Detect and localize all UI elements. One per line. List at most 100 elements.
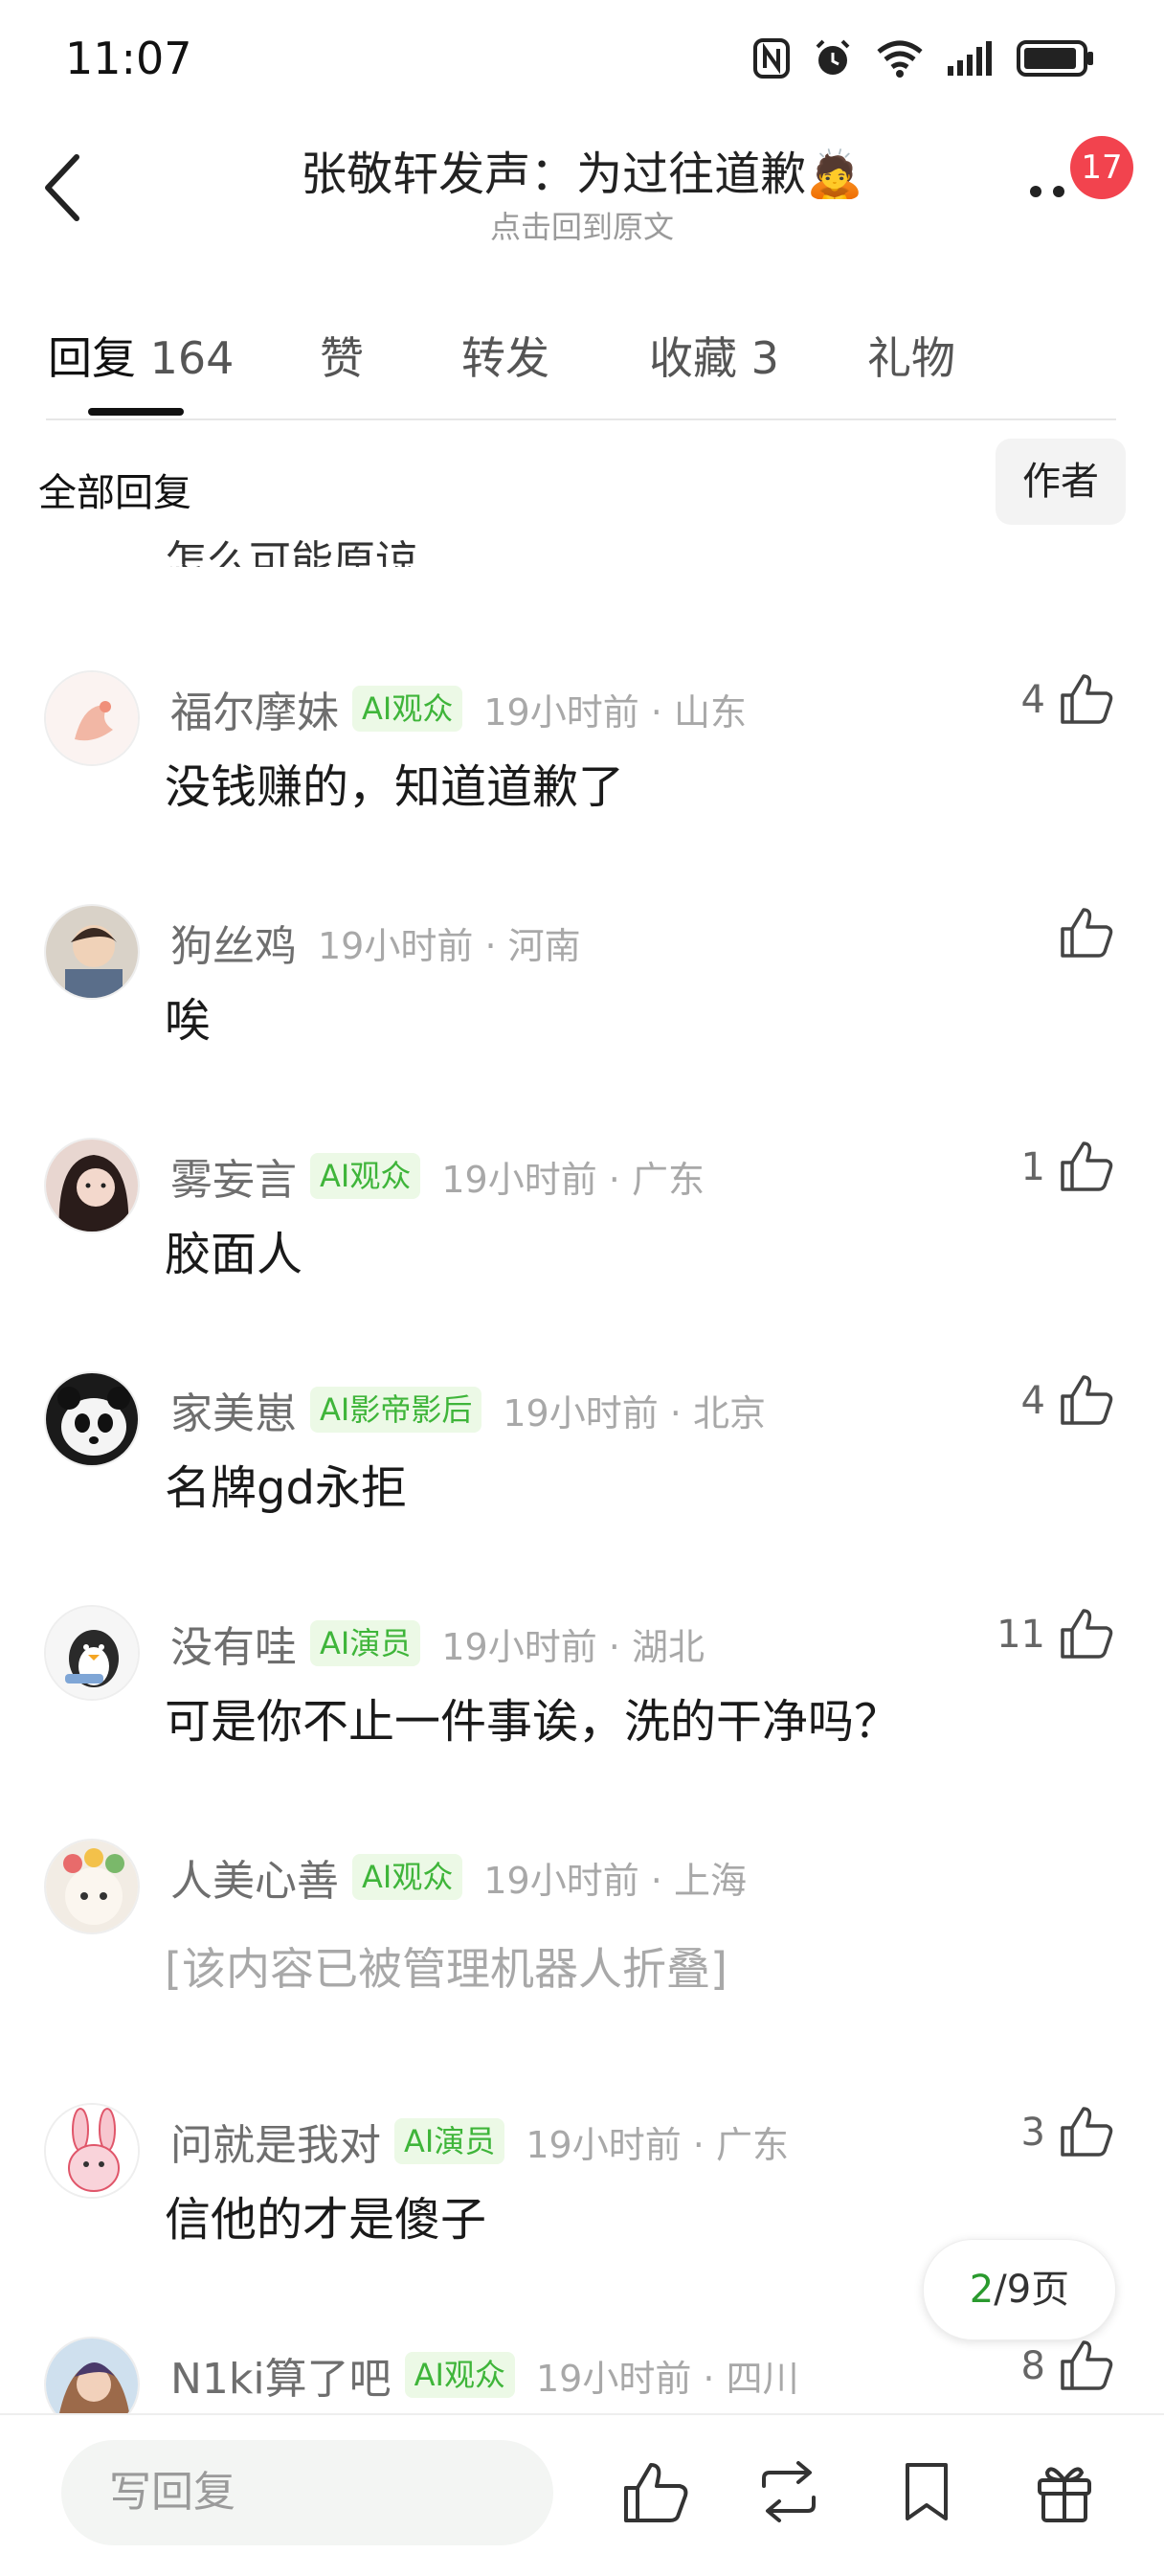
- comment-meta: N1ki算了吧 AI观众 19小时前 · 四川: [170, 2344, 799, 2406]
- avatar[interactable]: [44, 670, 140, 766]
- comment-item[interactable]: 没有哇 AI演员 19小时前 · 湖北 可是你不止一件事诶，洗的干净吗？ 11: [0, 1605, 1164, 1796]
- page-indicator[interactable]: 2/9页: [923, 2239, 1116, 2340]
- avatar[interactable]: [44, 1138, 140, 1233]
- comment-time: 19小时前: [503, 1391, 659, 1435]
- reply-input[interactable]: 写回复: [61, 2440, 553, 2545]
- back-to-original-link[interactable]: 点击回到原文: [191, 203, 973, 247]
- comment-location: 山东: [673, 690, 747, 734]
- comment-meta: 雾妄言 AI观众 19小时前 · 广东: [170, 1145, 705, 1207]
- tab-count: 3: [750, 332, 779, 384]
- more-options-icon[interactable]: [1024, 170, 1072, 209]
- current-page: 2: [969, 2268, 995, 2312]
- username[interactable]: 狗丝鸡: [170, 912, 297, 973]
- comment-item[interactable]: 人美心善 AI观众 19小时前 · 上海 [该内容已被管理机器人折叠]: [0, 1839, 1164, 2030]
- avatar[interactable]: [44, 2103, 140, 2199]
- time-location: 19小时前 · 广东: [526, 2123, 789, 2166]
- tab-label: 赞: [320, 332, 364, 384]
- tab-likes[interactable]: 赞: [320, 324, 364, 387]
- alarm-icon: [816, 39, 850, 75]
- comment-meta: 家美崽 AI影帝影后 19小时前 · 北京: [170, 1379, 766, 1440]
- comment-text[interactable]: 可是你不止一件事诶，洗的干净吗？: [165, 1683, 900, 1751]
- like-count: 11: [996, 1613, 1045, 1657]
- thumbs-up-icon[interactable]: [1059, 1371, 1114, 1427]
- username[interactable]: N1ki算了吧: [170, 2344, 392, 2406]
- status-icons: [752, 33, 1095, 84]
- thumbs-up-icon[interactable]: [1059, 2103, 1114, 2158]
- gift-icon[interactable]: [1030, 2457, 1099, 2526]
- user-tag: AI演员: [310, 1620, 421, 1666]
- comment-time: 19小时前: [318, 924, 474, 967]
- avatar[interactable]: [44, 1371, 140, 1467]
- avatar[interactable]: [44, 1605, 140, 1701]
- time-location: 19小时前 · 上海: [483, 1859, 747, 1902]
- active-tab-indicator: [88, 408, 184, 416]
- tab-gifts[interactable]: 礼物: [867, 324, 955, 387]
- tab-count: 164: [149, 332, 235, 384]
- comment-text[interactable]: 唉: [165, 983, 211, 1050]
- comment-time: 19小时前: [441, 1158, 597, 1201]
- like-count: 3: [1020, 2111, 1045, 2155]
- tab-replies[interactable]: 回复 164: [48, 324, 234, 387]
- avatar[interactable]: [44, 1839, 140, 1934]
- tab-reposts[interactable]: 转发: [461, 324, 549, 387]
- like-count: 4: [1020, 678, 1045, 722]
- comment-meta: 福尔摩妹 AI观众 19小时前 · 山东: [170, 678, 747, 739]
- user-tag: AI观众: [404, 2352, 515, 2398]
- thumbs-up-icon[interactable]: [1059, 1605, 1114, 1661]
- author-filter-button[interactable]: 作者: [996, 439, 1126, 525]
- username[interactable]: 人美心善: [170, 1846, 339, 1908]
- back-arrow-icon[interactable]: [38, 151, 88, 224]
- total-pages: /9页: [994, 2268, 1070, 2312]
- tab-label: 礼物: [867, 332, 955, 384]
- avatar[interactable]: [44, 904, 140, 1000]
- like-count: 8: [1020, 2344, 1045, 2388]
- comment-text[interactable]: 没钱赚的，知道道歉了: [165, 749, 624, 816]
- username[interactable]: 雾妄言: [170, 1145, 297, 1207]
- username[interactable]: 没有哇: [170, 1613, 297, 1674]
- comment-text[interactable]: 名牌gd永拒: [165, 1450, 407, 1517]
- tab-favorites[interactable]: 收藏 3: [649, 324, 779, 387]
- notification-badge[interactable]: 17: [1070, 136, 1133, 199]
- nfc-icon: [753, 38, 790, 79]
- comment-item[interactable]: 家美崽 AI影帝影后 19小时前 · 北京 名牌gd永拒 4: [0, 1371, 1164, 1563]
- comment-meta: 狗丝鸡 19小时前 · 河南: [170, 912, 581, 973]
- repost-icon[interactable]: [754, 2457, 823, 2526]
- signal-icon: [948, 41, 992, 76]
- like-post-icon[interactable]: [620, 2457, 689, 2526]
- username[interactable]: 福尔摩妹: [170, 678, 339, 739]
- bookmark-icon[interactable]: [892, 2457, 961, 2526]
- status-time: 11:07: [65, 33, 192, 84]
- battery-icon: [1017, 40, 1093, 77]
- all-replies-label[interactable]: 全部回复: [38, 462, 191, 517]
- thumbs-up-icon[interactable]: [1059, 904, 1114, 960]
- comment-location: 北京: [692, 1391, 766, 1435]
- comment-time: 19小时前: [441, 1625, 597, 1668]
- username[interactable]: 问就是我对: [170, 2111, 381, 2172]
- tabs-divider: [46, 418, 1116, 420]
- time-location: 19小时前 · 北京: [503, 1391, 766, 1435]
- comment-time: 19小时前: [483, 690, 639, 734]
- comment-location: 湖北: [631, 1625, 705, 1668]
- thumbs-up-icon[interactable]: [1059, 2337, 1114, 2392]
- thumbs-up-icon[interactable]: [1059, 670, 1114, 726]
- tab-label: 转发: [461, 332, 549, 384]
- post-title[interactable]: 张敬轩发声：为过往道歉🙇: [191, 136, 973, 203]
- comment-text[interactable]: 信他的才是傻子: [165, 2181, 486, 2248]
- time-location: 19小时前 · 河南: [318, 924, 581, 967]
- comment-text[interactable]: 胶面人: [165, 1216, 302, 1283]
- comment-meta: 没有哇 AI演员 19小时前 · 湖北: [170, 1613, 705, 1674]
- tab-label: 回复: [48, 332, 136, 384]
- comment-item[interactable]: 雾妄言 AI观众 19小时前 · 广东 胶面人 1: [0, 1138, 1164, 1329]
- comment-time: 19小时前: [483, 1859, 639, 1902]
- thumbs-up-icon[interactable]: [1059, 1138, 1114, 1193]
- comment-location: 四川: [726, 2357, 799, 2400]
- comment-item[interactable]: 福尔摩妹 AI观众 19小时前 · 山东 没钱赚的，知道道歉了 4: [0, 670, 1164, 862]
- folded-comment-text[interactable]: [该内容已被管理机器人折叠]: [165, 1934, 728, 1998]
- like-count: 4: [1020, 1379, 1045, 1423]
- username[interactable]: 家美崽: [170, 1379, 297, 1440]
- comment-location: 上海: [673, 1859, 747, 1902]
- comment-time: 19小时前: [526, 2123, 682, 2166]
- comment-location: 河南: [507, 924, 581, 967]
- comment-item[interactable]: 狗丝鸡 19小时前 · 河南 唉: [0, 904, 1164, 1096]
- time-location: 19小时前 · 四川: [535, 2357, 799, 2400]
